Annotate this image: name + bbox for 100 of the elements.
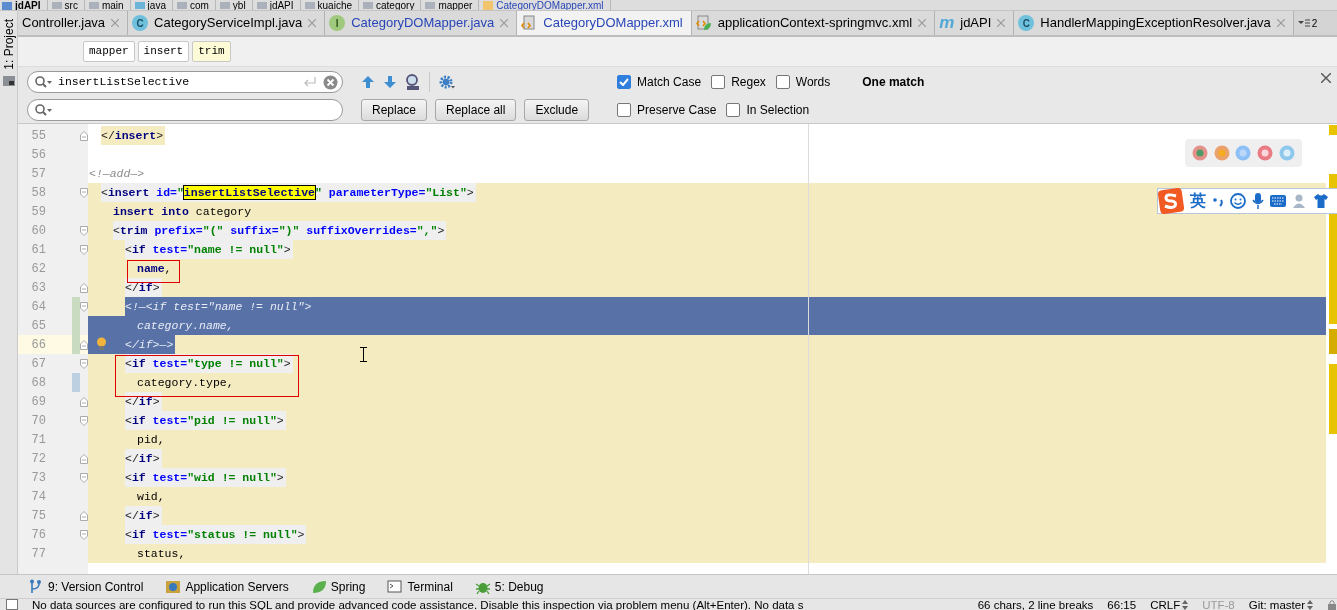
- keyboard-icon[interactable]: [1270, 195, 1286, 207]
- breadcrumb-item[interactable]: category: [376, 0, 415, 10]
- previous-occurrence-icon[interactable]: [361, 75, 375, 89]
- breadcrumb-item[interactable]: kuaiche: [317, 0, 353, 10]
- breadcrumb-item[interactable]: CategoryDOMapper.xml: [496, 0, 604, 10]
- checkbox[interactable]: [617, 75, 632, 89]
- fold-icon[interactable]: [80, 187, 88, 198]
- checkbox-label: Preserve Case: [637, 102, 717, 119]
- breadcrumb-item[interactable]: src: [64, 0, 78, 10]
- breadcrumb-item[interactable]: ybl: [232, 0, 246, 10]
- browser-icon[interactable]: [1213, 145, 1230, 161]
- folder-icon: [363, 1, 374, 9]
- tool-window-button[interactable]: Spring: [310, 577, 366, 596]
- fold-icon[interactable]: [80, 396, 88, 407]
- search-field[interactable]: insertListSelective: [27, 71, 343, 93]
- search-icon[interactable]: [34, 103, 52, 117]
- fold-icon[interactable]: [80, 358, 88, 369]
- line-number: 66: [30, 336, 46, 354]
- line-number: 65: [30, 317, 46, 335]
- checkbox[interactable]: [726, 103, 741, 117]
- fold-icon[interactable]: [80, 282, 88, 293]
- input-mode-toggle[interactable]: 英: [1190, 189, 1206, 213]
- breadcrumb-tag[interactable]: trim: [192, 41, 231, 62]
- replace-button[interactable]: Replace all: [435, 99, 517, 121]
- breadcrumb-item[interactable]: jdAPI: [15, 0, 41, 10]
- tab-list-button[interactable]: 2: [1293, 11, 1322, 35]
- fold-icon[interactable]: [80, 510, 88, 521]
- settings-icon[interactable]: [438, 74, 456, 90]
- code-line: status,: [137, 546, 187, 562]
- close-icon[interactable]: [1321, 73, 1331, 83]
- replace-field[interactable]: [27, 99, 343, 121]
- browser-icon[interactable]: [1257, 145, 1274, 161]
- tool-window-button[interactable]: Terminal: [387, 577, 453, 596]
- smiley-icon[interactable]: [1230, 193, 1246, 209]
- status-item[interactable]: Git: master: [1248, 599, 1313, 610]
- breadcrumb-item[interactable]: main: [101, 0, 124, 10]
- checkbox[interactable]: [617, 103, 632, 117]
- line-number: 63: [30, 279, 46, 297]
- side-panel-tab[interactable]: 1: Project: [0, 19, 17, 70]
- editor-tab[interactable]: C HandlerMappingExceptionResolver.java: [1014, 11, 1294, 35]
- replace-button[interactable]: Replace: [361, 99, 428, 121]
- folder-icon: [256, 1, 267, 9]
- code-line: <!—add—>: [89, 166, 146, 182]
- tool-window-button[interactable]: 9: Version Control: [28, 577, 144, 596]
- search-icon[interactable]: [34, 75, 52, 89]
- fold-icon[interactable]: [80, 244, 88, 255]
- lightbulb-icon[interactable]: [96, 337, 107, 351]
- change-marker[interactable]: [72, 297, 80, 316]
- fold-icon[interactable]: [80, 472, 88, 483]
- folder-icon: [425, 1, 436, 9]
- breadcrumb-item[interactable]: mapper: [438, 0, 473, 10]
- editor-tab[interactable]: Controller.java: [18, 11, 129, 35]
- replace-button[interactable]: Exclude: [524, 99, 590, 121]
- editor-tab[interactable]: m jdAPI: [935, 11, 1015, 35]
- next-occurrence-icon[interactable]: [383, 75, 397, 89]
- status-item[interactable]: CRLF: [1150, 599, 1189, 610]
- browser-icon[interactable]: [1191, 145, 1208, 161]
- fold-icon[interactable]: [80, 453, 88, 464]
- breadcrumb-item[interactable]: com: [189, 0, 209, 10]
- tool-window-button[interactable]: Application Servers: [165, 577, 289, 596]
- editor-tab[interactable]: C CategoryServiceImpl.java: [128, 11, 326, 35]
- fold-icon[interactable]: [80, 301, 88, 312]
- status-item[interactable]: 66 chars, 2 line breaks: [977, 599, 1094, 610]
- fold-icon[interactable]: [80, 529, 88, 540]
- logo-icon[interactable]: [1158, 188, 1184, 214]
- checkbox[interactable]: [711, 75, 726, 89]
- editor-tab[interactable]: I CategoryDOMapper.java: [325, 11, 518, 35]
- fold-icon[interactable]: [80, 339, 88, 350]
- microphone-icon[interactable]: [1252, 193, 1264, 209]
- status-item[interactable]: 66:15: [1107, 599, 1137, 610]
- module-icon: [2, 0, 12, 10]
- tool-window-button[interactable]: 5: Debug: [474, 577, 544, 596]
- clear-icon[interactable]: [323, 74, 338, 90]
- user-icon[interactable]: [1292, 193, 1308, 209]
- fold-icon[interactable]: [80, 415, 88, 426]
- breadcrumb-item[interactable]: java: [147, 0, 166, 10]
- change-marker[interactable]: [72, 335, 80, 354]
- editor-tab[interactable]: CategoryDOMapper.xml: [517, 11, 692, 35]
- line-number: 68: [30, 374, 46, 392]
- server-icon: [165, 578, 182, 595]
- breadcrumb-tag[interactable]: insert: [137, 41, 190, 62]
- interface-icon: I: [329, 15, 346, 31]
- breadcrumb-item[interactable]: jdAPI: [269, 0, 294, 10]
- change-marker[interactable]: [72, 373, 80, 392]
- fold-icon[interactable]: [80, 225, 88, 236]
- line-number: 62: [30, 260, 46, 278]
- checkbox[interactable]: [775, 75, 790, 89]
- module-icon: m: [939, 10, 955, 36]
- fold-icon[interactable]: [80, 130, 88, 141]
- panel-icon[interactable]: [6, 599, 18, 610]
- lock-icon[interactable]: [1327, 599, 1337, 610]
- folder-icon: [2, 75, 15, 86]
- updown-icon: [1182, 599, 1189, 610]
- browser-icon[interactable]: [1235, 145, 1252, 161]
- browser-icon[interactable]: [1279, 145, 1296, 161]
- shirt-icon[interactable]: [1314, 194, 1328, 208]
- find-all-icon[interactable]: [405, 74, 421, 90]
- breadcrumb-tag[interactable]: mapper: [83, 41, 135, 62]
- editor-tab[interactable]: applicationContext-springmvc.xml: [691, 11, 936, 35]
- class-icon: C: [1018, 15, 1035, 31]
